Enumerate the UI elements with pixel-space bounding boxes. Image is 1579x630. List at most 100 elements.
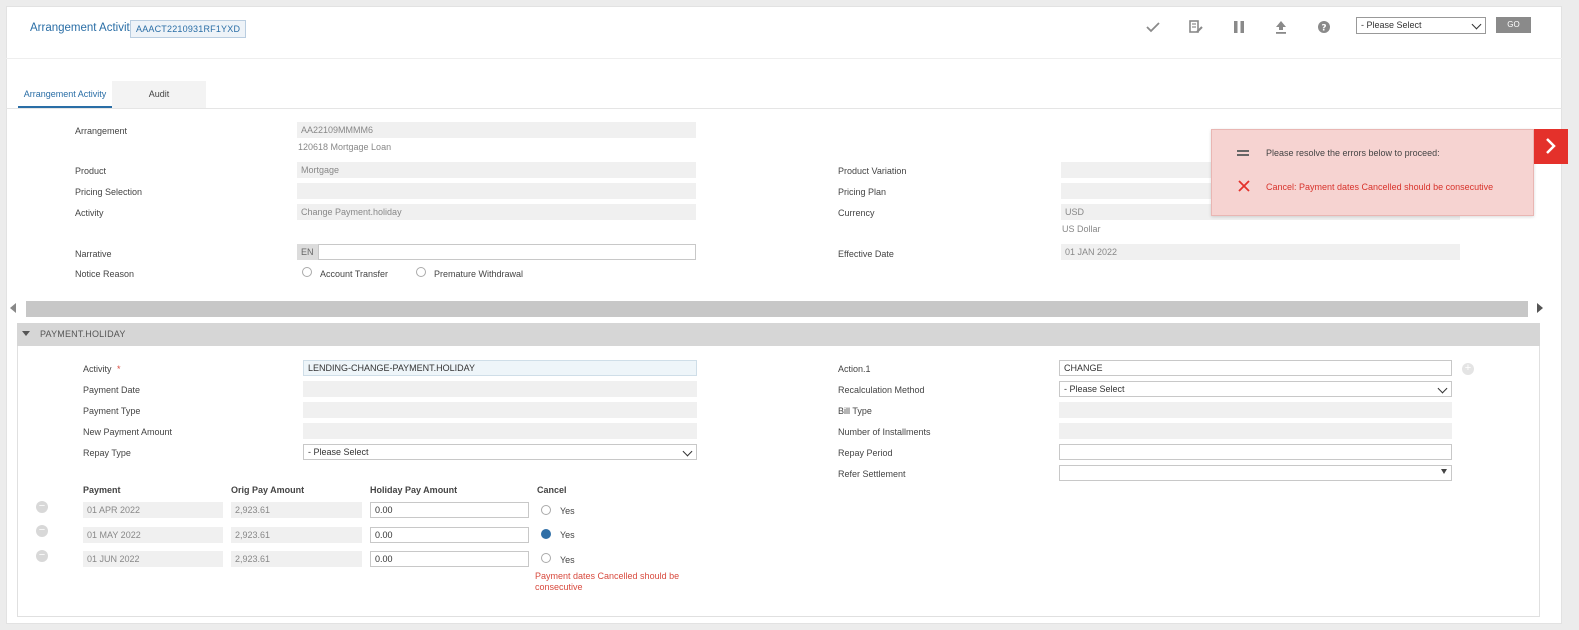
- toast-message: Please resolve the errors below to proce…: [1266, 148, 1440, 158]
- refer-settlement-label: Refer Settlement: [838, 469, 906, 479]
- check-icon[interactable]: [1145, 19, 1161, 35]
- cancel-radio[interactable]: [541, 505, 551, 515]
- upload-icon[interactable]: [1273, 19, 1289, 35]
- activity-field: Change Payment.holiday: [297, 204, 696, 220]
- column-header-holiday-pay-amount: Holiday Pay Amount: [370, 485, 458, 495]
- remove-row-icon[interactable]: −: [36, 525, 48, 537]
- product-label: Product: [75, 166, 107, 176]
- scroll-left-icon[interactable]: [10, 303, 16, 313]
- recalculation-method-label: Recalculation Method: [838, 385, 925, 395]
- field-error-line-1: Payment dates Cancelled should be: [535, 571, 680, 581]
- chevron-down-icon: [1471, 19, 1482, 30]
- radio-account-transfer[interactable]: [302, 267, 312, 277]
- activity-id-badge: AAACT2210931RF1YXD: [130, 20, 247, 38]
- chevron-down-icon: [1437, 383, 1448, 394]
- holiday-pay-amount-input[interactable]: 0.00: [370, 527, 529, 543]
- bill-type-field: [1059, 402, 1452, 418]
- toast-expand-button[interactable]: [1534, 129, 1568, 164]
- arrangement-label: Arrangement: [75, 126, 128, 136]
- new-payment-amount-field: [303, 423, 697, 439]
- payment-type-label: Payment Type: [83, 406, 141, 416]
- help-icon[interactable]: ?: [1316, 19, 1332, 35]
- section-activity-label-text: Activity: [83, 364, 112, 374]
- action-select[interactable]: - Please Select: [1356, 17, 1486, 34]
- radio-premature-withdrawal[interactable]: [416, 267, 426, 277]
- notice-reason-label: Notice Reason: [75, 269, 135, 279]
- repay-period-label: Repay Period: [838, 448, 893, 458]
- refer-settlement-select[interactable]: [1059, 465, 1452, 481]
- holiday-pay-amount-input[interactable]: 0.00: [370, 502, 529, 518]
- toast-error-link[interactable]: Cancel: Payment dates Cancelled should b…: [1266, 182, 1493, 192]
- section-activity-field[interactable]: LENDING-CHANGE-PAYMENT.HOLIDAY: [303, 360, 697, 376]
- scroll-right-icon[interactable]: [1537, 303, 1543, 313]
- go-button[interactable]: GO: [1496, 17, 1531, 33]
- number-of-installments-field: [1059, 423, 1452, 439]
- svg-text:?: ?: [1321, 24, 1326, 34]
- arrangement-description: 120618 Mortgage Loan: [298, 142, 392, 152]
- column-header-payment: Payment: [83, 485, 121, 495]
- pricing-plan-label: Pricing Plan: [838, 187, 887, 197]
- section-header[interactable]: [17, 323, 1540, 346]
- horizontal-scrollbar[interactable]: [26, 301, 1528, 317]
- chevron-down-icon: [682, 446, 693, 457]
- pause-icon[interactable]: [1231, 19, 1247, 35]
- payment-date-field: [303, 381, 697, 397]
- error-toast: Please resolve the errors below to proce…: [1211, 129, 1534, 216]
- recalculation-method-select[interactable]: - Please Select: [1059, 381, 1452, 397]
- repay-period-input[interactable]: [1059, 444, 1452, 460]
- payment-date-cell: 01 MAY 2022: [83, 527, 223, 543]
- premature-withdrawal-label: Premature Withdrawal: [434, 269, 524, 279]
- currency-label: Currency: [838, 208, 875, 218]
- section-activity-label: Activity *: [83, 364, 121, 374]
- repay-type-select[interactable]: - Please Select: [303, 444, 697, 460]
- cancel-radio[interactable]: [541, 553, 551, 563]
- cancel-yes-label: Yes: [560, 506, 575, 516]
- payment-date-label: Payment Date: [83, 385, 141, 395]
- payment-date-cell: 01 APR 2022: [83, 502, 223, 518]
- column-header-orig-pay-amount: Orig Pay Amount: [231, 485, 305, 495]
- bill-type-label: Bill Type: [838, 406, 872, 416]
- error-x-icon: [1237, 179, 1251, 193]
- narrative-label: Narrative: [75, 249, 112, 259]
- product-field: Mortgage: [297, 162, 696, 178]
- collapse-caret-icon[interactable]: [22, 331, 30, 336]
- remove-row-icon[interactable]: −: [36, 550, 48, 562]
- repay-type-value: - Please Select: [308, 447, 369, 457]
- page-title: Arrangement Activity: [30, 22, 136, 34]
- action-select-value: - Please Select: [1361, 20, 1422, 30]
- chevron-right-icon: [1546, 138, 1556, 154]
- account-transfer-label: Account Transfer: [320, 269, 389, 279]
- add-action-icon[interactable]: +: [1462, 363, 1474, 375]
- narrative-input[interactable]: [318, 244, 696, 260]
- effective-date-label: Effective Date: [838, 249, 894, 259]
- action-input[interactable]: CHANGE: [1059, 360, 1452, 376]
- action-label: Action.1: [838, 364, 871, 374]
- orig-pay-amount-cell: 2,923.61: [231, 502, 362, 518]
- tab-divider: [6, 108, 1562, 109]
- payment-date-cell: 01 JUN 2022: [83, 551, 223, 567]
- cancel-yes-label: Yes: [560, 555, 575, 565]
- orig-pay-amount-cell: 2,923.61: [231, 527, 362, 543]
- new-payment-amount-label: New Payment Amount: [83, 427, 173, 437]
- tab-arrangement-activity[interactable]: Arrangement Activity: [18, 81, 112, 108]
- header-divider: [6, 58, 1562, 59]
- menu-lines-icon-bar: [1237, 154, 1249, 156]
- pricing-selection-label: Pricing Selection: [75, 187, 143, 197]
- arrangement-field: AA22109MMMM6: [297, 122, 696, 138]
- currency-description: US Dollar: [1062, 224, 1101, 234]
- menu-lines-icon: [1237, 150, 1249, 152]
- number-of-installments-label: Number of Installments: [838, 427, 931, 437]
- product-variation-label: Product Variation: [838, 166, 907, 176]
- recalculation-method-value: - Please Select: [1064, 384, 1125, 394]
- dropdown-arrow-icon: [1441, 469, 1447, 474]
- effective-date-field: 01 JAN 2022: [1061, 244, 1460, 260]
- orig-pay-amount-cell: 2,923.61: [231, 551, 362, 567]
- column-header-cancel: Cancel: [537, 485, 567, 495]
- activity-label: Activity: [75, 208, 104, 218]
- edit-document-icon[interactable]: [1188, 19, 1204, 35]
- cancel-radio-checked[interactable]: [541, 529, 551, 539]
- tab-audit[interactable]: Audit: [112, 81, 206, 108]
- remove-row-icon[interactable]: −: [36, 501, 48, 513]
- narrative-language[interactable]: EN: [297, 244, 318, 260]
- holiday-pay-amount-input[interactable]: 0.00: [370, 551, 529, 567]
